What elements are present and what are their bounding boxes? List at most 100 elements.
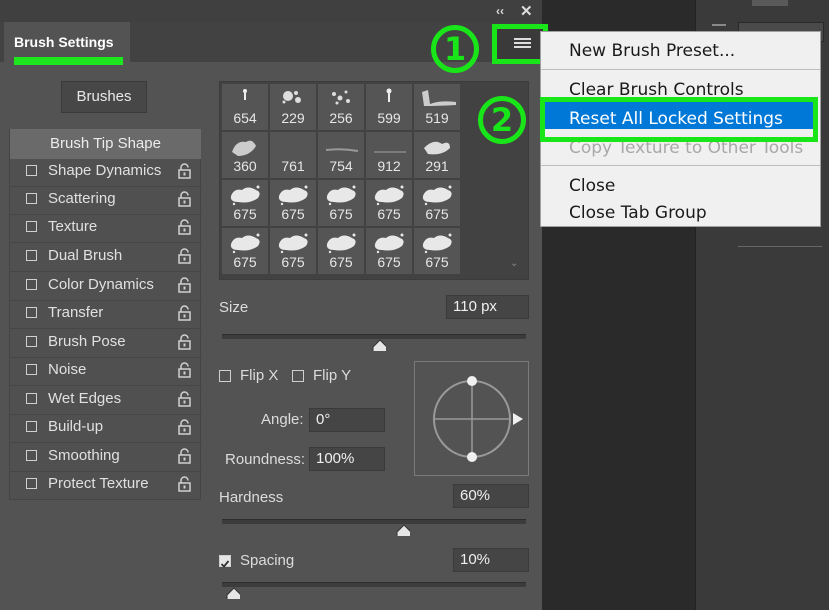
lock-icon[interactable] <box>178 305 191 321</box>
option-row[interactable]: Brush Pose <box>10 329 201 358</box>
hardness-slider-thumb[interactable] <box>396 524 411 536</box>
menu-item-new-brush-preset[interactable]: New Brush Preset... <box>569 41 735 61</box>
brush-size-label: 675 <box>329 206 353 222</box>
brushes-button[interactable]: Brushes <box>61 81 147 113</box>
brush-preset-cell[interactable]: 229 <box>270 84 316 130</box>
option-checkbox[interactable] <box>26 421 37 432</box>
brush-preset-cell[interactable]: 256 <box>318 84 364 130</box>
flip-y-label: Flip Y <box>313 367 352 384</box>
grid-scroll-down-icon[interactable]: ⌄ <box>510 258 518 269</box>
flip-y-checkbox[interactable] <box>292 370 304 382</box>
menu-item-close-tab-group[interactable]: Close Tab Group <box>569 203 707 223</box>
option-checkbox[interactable] <box>26 364 37 375</box>
brush-preset-cell[interactable]: 675 <box>366 228 412 274</box>
option-row[interactable]: Smoothing <box>10 443 201 472</box>
brush-preset-cell[interactable]: 291 <box>414 132 460 178</box>
brush-size-label: 675 <box>233 254 257 270</box>
option-row[interactable]: Wet Edges <box>10 386 201 415</box>
size-input[interactable]: 110 px <box>446 295 529 319</box>
hardness-input[interactable]: 60% <box>453 484 529 508</box>
spacing-input[interactable]: 10% <box>453 548 529 572</box>
option-row[interactable]: Protect Texture <box>10 471 201 500</box>
brush-preset-cell[interactable]: 675 <box>318 180 364 226</box>
option-checkbox[interactable] <box>26 221 37 232</box>
option-label: Texture <box>48 218 98 235</box>
brush-size-label: 675 <box>377 206 401 222</box>
option-row[interactable]: Transfer <box>10 300 201 329</box>
spacing-slider-thumb[interactable] <box>226 587 241 599</box>
brush-preset-cell[interactable]: 754 <box>318 132 364 178</box>
option-checkbox[interactable] <box>26 193 37 204</box>
lock-icon[interactable] <box>178 334 191 350</box>
brush-thumbnail-icon <box>424 141 450 155</box>
brush-preset-cell[interactable]: 675 <box>270 228 316 274</box>
option-row[interactable]: Shape Dynamics <box>10 158 201 187</box>
option-checkbox[interactable] <box>26 393 37 404</box>
brush-preset-cell[interactable]: 675 <box>318 228 364 274</box>
option-checkbox[interactable] <box>26 279 37 290</box>
option-checkbox[interactable] <box>26 450 37 461</box>
option-checkbox[interactable] <box>26 336 37 347</box>
option-row[interactable]: Color Dynamics <box>10 272 201 301</box>
brush-size-label: 654 <box>233 110 257 126</box>
brush-size-label: 675 <box>377 254 401 270</box>
size-slider-thumb[interactable] <box>372 339 387 351</box>
option-checkbox[interactable] <box>26 165 37 176</box>
lock-icon[interactable] <box>178 219 191 235</box>
brush-thumbnail-icon <box>326 233 356 254</box>
brush-preset-cell[interactable]: 675 <box>414 180 460 226</box>
close-panel-icon[interactable]: ✕ <box>520 2 533 20</box>
tab-highlight-underline <box>14 57 123 65</box>
brush-preset-cell[interactable]: 599 <box>366 84 412 130</box>
side-panel-tab-stub <box>752 0 788 6</box>
option-checkbox[interactable] <box>26 250 37 261</box>
brush-preset-cell[interactable]: 675 <box>222 180 268 226</box>
angle-input[interactable]: 0° <box>309 408 385 432</box>
lock-icon[interactable] <box>178 191 191 207</box>
spacing-checkbox[interactable] <box>219 555 231 568</box>
lock-icon[interactable] <box>178 362 191 378</box>
option-row[interactable]: Scattering <box>10 186 201 215</box>
brush-preset-cell[interactable]: 761 <box>270 132 316 178</box>
lock-icon[interactable] <box>178 248 191 264</box>
lock-icon[interactable] <box>178 448 191 464</box>
brush-preset-cell[interactable]: 360 <box>222 132 268 178</box>
option-brush-tip-shape[interactable]: Brush Tip Shape <box>10 129 201 159</box>
option-row[interactable]: Build-up <box>10 414 201 443</box>
option-checkbox[interactable] <box>26 478 37 489</box>
angle-roundness-widget[interactable] <box>414 361 529 476</box>
brush-preset-cell[interactable]: 675 <box>270 180 316 226</box>
lock-icon[interactable] <box>178 277 191 293</box>
brush-thumbnail-icon <box>374 185 404 206</box>
menu-item-close[interactable]: Close <box>569 176 615 196</box>
brush-thumbnail-icon <box>422 233 452 254</box>
menu-separator <box>541 69 820 70</box>
brush-preset-cell[interactable]: 675 <box>366 180 412 226</box>
lock-icon[interactable] <box>178 163 191 179</box>
roundness-input[interactable]: 100% <box>309 447 385 471</box>
spacing-slider-track[interactable] <box>222 582 526 587</box>
option-checkbox[interactable] <box>26 307 37 318</box>
option-row[interactable]: Dual Brush <box>10 243 201 272</box>
brush-size-label: 360 <box>233 158 257 174</box>
hardness-slider-track[interactable] <box>222 519 526 524</box>
brush-preset-cell[interactable]: 912 <box>366 132 412 178</box>
brush-preset-cell[interactable]: 675 <box>222 228 268 274</box>
option-label: Color Dynamics <box>48 276 154 293</box>
brush-size-label: 675 <box>233 206 257 222</box>
lock-icon[interactable] <box>178 476 191 492</box>
brush-preset-cell[interactable]: 519 <box>414 84 460 130</box>
brush-preset-cell[interactable]: 654 <box>222 84 268 130</box>
brush-preset-cell[interactable]: 675 <box>414 228 460 274</box>
option-row[interactable]: Texture <box>10 214 201 243</box>
brush-tip-preview[interactable] <box>415 362 528 475</box>
option-row[interactable]: Noise <box>10 357 201 386</box>
reset-item-highlight-box <box>540 97 818 142</box>
collapse-panel-icon[interactable]: ‹‹ <box>496 4 504 18</box>
brush-size-label: 519 <box>425 110 449 126</box>
option-label: Protect Texture <box>48 475 149 492</box>
lock-icon[interactable] <box>178 419 191 435</box>
roundness-label: Roundness: <box>225 451 306 468</box>
lock-icon[interactable] <box>178 391 191 407</box>
flip-x-checkbox[interactable] <box>219 370 231 382</box>
